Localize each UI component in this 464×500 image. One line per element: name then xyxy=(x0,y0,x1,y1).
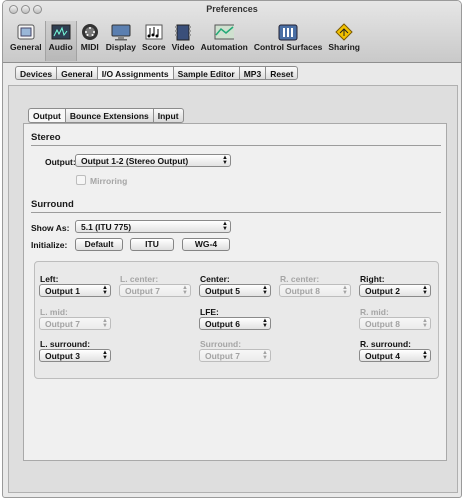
popup-arrows-icon: ▲ ▼ xyxy=(102,318,108,329)
popup-arrows-icon: ▲ ▼ xyxy=(182,285,188,296)
audio-icon xyxy=(51,23,71,41)
lfe-channel-value: Output 6 xyxy=(205,319,240,329)
toolbar-item-general[interactable]: General xyxy=(7,21,45,61)
popup-arrows-icon: ▲ ▼ xyxy=(422,285,428,296)
audio-subtabs: Devices General I/O Assignments Sample E… xyxy=(15,66,299,80)
tab-devices[interactable]: Devices xyxy=(15,66,57,80)
center-channel-value: Output 5 xyxy=(205,286,240,296)
surround-divider xyxy=(31,212,441,213)
toolbar-item-display[interactable]: Display xyxy=(103,21,139,61)
lfe-channel-popup[interactable]: Output 6 ▲ ▼ xyxy=(199,317,271,330)
tab-bounce-extensions[interactable]: Bounce Extensions xyxy=(64,108,153,123)
show-as-value: 5.1 (ITU 775) xyxy=(81,222,132,232)
sharing-icon xyxy=(334,23,354,41)
toolbar-item-video[interactable]: Video xyxy=(169,21,198,61)
l-center-channel-popup[interactable]: Output 7 ▲ ▼ xyxy=(119,284,191,297)
right-channel-label: Right: xyxy=(360,274,385,284)
default-button[interactable]: Default xyxy=(75,238,123,251)
toolbar-item-control-surfaces[interactable]: Control Surfaces xyxy=(251,21,326,61)
toolbar-item-automation[interactable]: Automation xyxy=(198,21,251,61)
l-mid-channel-popup[interactable]: Output 7 ▲ ▼ xyxy=(39,317,111,330)
r-center-channel-label: R. center: xyxy=(280,274,320,284)
l-surround-channel-label: L. surround: xyxy=(40,339,91,349)
r-surround-channel-value: Output 4 xyxy=(365,351,400,361)
surround-section-title: Surround xyxy=(31,199,74,210)
video-icon xyxy=(173,23,193,41)
popup-arrows-icon: ▲ ▼ xyxy=(222,221,228,232)
popup-arrows-icon: ▲ ▼ xyxy=(262,318,268,329)
popup-arrows-icon: ▲ ▼ xyxy=(102,285,108,296)
tab-sample-editor[interactable]: Sample Editor xyxy=(172,66,239,80)
tab-input[interactable]: Input xyxy=(152,108,184,123)
stereo-output-popup[interactable]: Output 1-2 (Stereo Output) ▲ ▼ xyxy=(75,154,231,167)
popup-arrows-icon: ▲ ▼ xyxy=(222,155,228,166)
tab-output[interactable]: Output xyxy=(28,108,65,123)
popup-arrows-icon: ▲ ▼ xyxy=(422,318,428,329)
l-surround-channel-popup[interactable]: Output 3 ▲ ▼ xyxy=(39,349,111,362)
tab-mp3[interactable]: MP3 xyxy=(238,66,266,80)
right-channel-value: Output 2 xyxy=(365,286,400,296)
lfe-channel-label: LFE: xyxy=(200,307,219,317)
stereo-section-title: Stereo xyxy=(31,132,61,143)
automation-icon xyxy=(214,23,235,41)
stereo-output-value: Output 1-2 (Stereo Output) xyxy=(81,156,189,166)
center-channel-popup[interactable]: Output 5 ▲ ▼ xyxy=(199,284,271,297)
l-center-channel-label: L. center: xyxy=(120,274,159,284)
midi-icon xyxy=(80,23,100,41)
l-surround-channel-value: Output 3 xyxy=(45,351,80,361)
popup-arrows-icon: ▲ ▼ xyxy=(342,285,348,296)
wg4-button[interactable]: WG-4 xyxy=(182,238,230,251)
l-mid-channel-value: Output 7 xyxy=(45,319,80,329)
display-icon xyxy=(111,23,131,41)
left-channel-label: Left: xyxy=(40,274,59,284)
r-center-channel-value: Output 8 xyxy=(285,286,320,296)
l-mid-channel-label: L. mid: xyxy=(40,307,68,317)
r-surround-channel-popup[interactable]: Output 4 ▲ ▼ xyxy=(359,349,431,362)
mirroring-label: Mirroring xyxy=(90,176,128,186)
itu-button[interactable]: ITU xyxy=(130,238,174,251)
left-channel-popup[interactable]: Output 1 ▲ ▼ xyxy=(39,284,111,297)
left-channel-value: Output 1 xyxy=(45,286,80,296)
stereo-divider xyxy=(31,145,441,146)
score-icon xyxy=(144,23,164,41)
general-icon xyxy=(16,23,36,41)
tab-reset[interactable]: Reset xyxy=(265,66,299,80)
preferences-toolbar: General Audio MIDI Display Score Video A… xyxy=(7,21,363,61)
popup-arrows-icon: ▲ ▼ xyxy=(262,350,268,361)
title-bar: Preferences General Audio MIDI Display S… xyxy=(3,1,461,63)
initialize-label: Initialize: xyxy=(31,240,68,250)
show-as-label: Show As: xyxy=(31,223,70,233)
popup-arrows-icon: ▲ ▼ xyxy=(422,350,428,361)
center-channel-label: Center: xyxy=(200,274,230,284)
r-mid-channel-value: Output 8 xyxy=(365,319,400,329)
toolbar-item-audio[interactable]: Audio xyxy=(44,21,77,61)
preferences-window: Preferences General Audio MIDI Display S… xyxy=(2,0,462,498)
toolbar-item-score[interactable]: Score xyxy=(139,21,169,61)
tab-general[interactable]: General xyxy=(56,66,97,80)
toolbar-item-sharing[interactable]: Sharing xyxy=(325,21,363,61)
r-center-channel-popup[interactable]: Output 8 ▲ ▼ xyxy=(279,284,351,297)
r-mid-channel-popup[interactable]: Output 8 ▲ ▼ xyxy=(359,317,431,330)
mirroring-checkbox[interactable] xyxy=(76,175,86,185)
l-center-channel-value: Output 7 xyxy=(125,286,160,296)
io-innertabs: Output Bounce Extensions Input xyxy=(28,108,184,123)
r-mid-channel-label: R. mid: xyxy=(360,307,389,317)
popup-arrows-icon: ▲ ▼ xyxy=(102,350,108,361)
stereo-output-label: Output: xyxy=(45,157,76,167)
surround-channel-value: Output 7 xyxy=(205,351,240,361)
toolbar-item-midi[interactable]: MIDI xyxy=(77,21,103,61)
surround-channel-label: Surround: xyxy=(200,339,242,349)
popup-arrows-icon: ▲ ▼ xyxy=(262,285,268,296)
control-surfaces-icon xyxy=(278,23,298,41)
surround-channel-popup[interactable]: Output 7 ▲ ▼ xyxy=(199,349,271,362)
right-channel-popup[interactable]: Output 2 ▲ ▼ xyxy=(359,284,431,297)
output-content: Stereo Output: Output 1-2 (Stereo Output… xyxy=(23,123,447,461)
window-title: Preferences xyxy=(206,4,258,14)
r-surround-channel-label: R. surround: xyxy=(360,339,411,349)
show-as-popup[interactable]: 5.1 (ITU 775) ▲ ▼ xyxy=(75,220,231,233)
tab-io-assignments[interactable]: I/O Assignments xyxy=(96,66,173,80)
